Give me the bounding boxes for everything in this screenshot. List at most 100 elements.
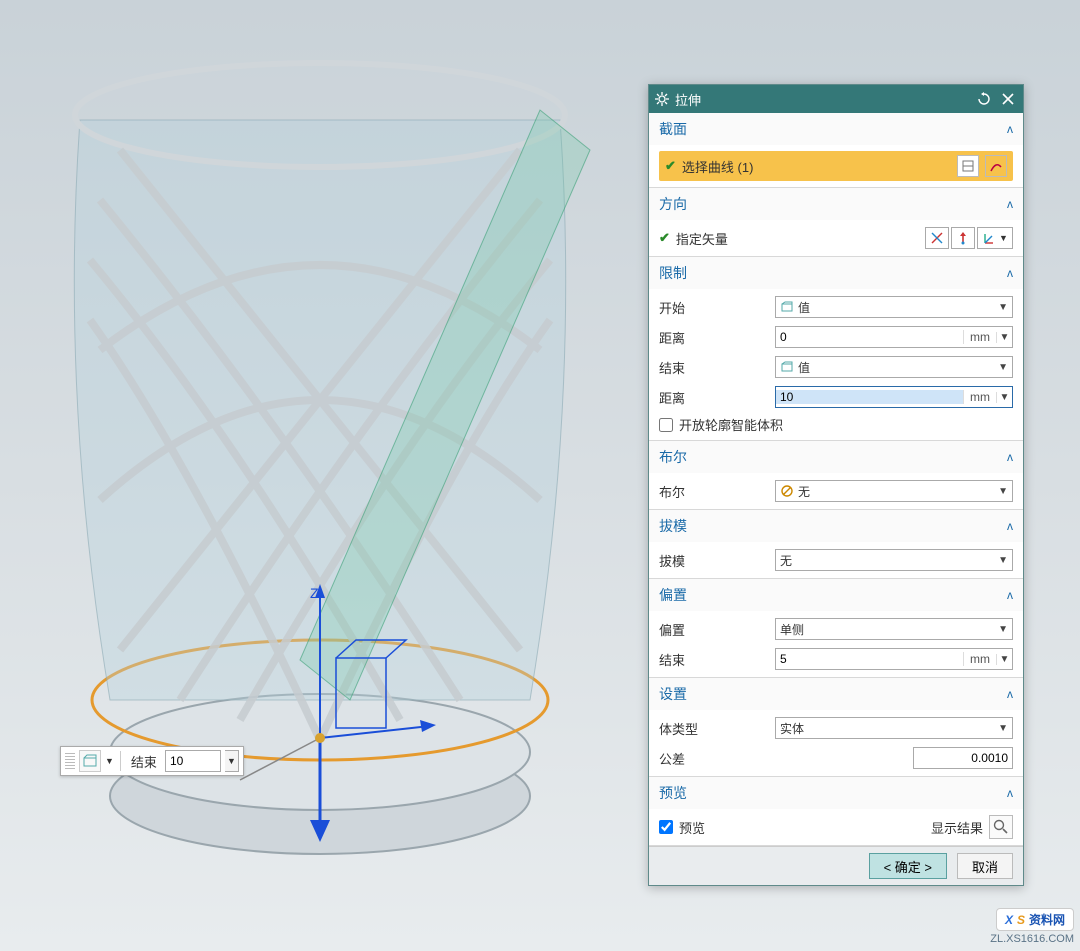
- ok-button[interactable]: < 确定 >: [869, 853, 947, 879]
- chevron-up-icon: ʌ: [1007, 197, 1013, 211]
- chevron-up-icon: ʌ: [1007, 519, 1013, 533]
- unit-label: mm: [963, 330, 996, 344]
- watermark-s: S: [1017, 913, 1025, 927]
- open-profile-checkbox[interactable]: [659, 418, 673, 432]
- section-title: 方向: [659, 194, 1007, 214]
- section-draft: 拔模 ʌ 拔模 无 ▼: [649, 510, 1023, 579]
- end-mode-dropdown[interactable]: 值 ▼: [775, 356, 1013, 378]
- preview-checkbox[interactable]: [659, 820, 673, 834]
- start-mode-text: 值: [798, 299, 998, 316]
- unit-label: mm: [963, 652, 996, 666]
- unit-label: mm: [963, 390, 996, 404]
- end-distance-field[interactable]: [776, 390, 963, 404]
- section-header-draft[interactable]: 拔模 ʌ: [649, 510, 1023, 542]
- section-header-section-curve[interactable]: 截面 ʌ: [649, 113, 1023, 145]
- float-end-input[interactable]: [165, 750, 221, 772]
- section-header-preview[interactable]: 预览 ʌ: [649, 777, 1023, 809]
- offset-mode-text: 单侧: [780, 621, 998, 638]
- float-end-label: 结束: [127, 752, 161, 771]
- vector-constructor-icon[interactable]: ▼: [977, 227, 1013, 249]
- body-type-text: 实体: [780, 720, 998, 737]
- check-icon: ✔: [665, 158, 676, 174]
- preview-checkbox-label: 预览: [679, 818, 705, 837]
- section-header-boolean[interactable]: 布尔 ʌ: [649, 441, 1023, 473]
- section-header-direction[interactable]: 方向 ʌ: [649, 188, 1023, 220]
- open-profile-label: 开放轮廓智能体积: [679, 415, 783, 434]
- section-boolean: 布尔 ʌ 布尔 无 ▼: [649, 441, 1023, 510]
- cancel-button[interactable]: 取消: [957, 853, 1013, 879]
- section-settings: 设置 ʌ 体类型 实体 ▼ 公差: [649, 678, 1023, 777]
- separator: [120, 751, 121, 771]
- section-direction: 方向 ʌ ✔ 指定矢量 ▼: [649, 188, 1023, 257]
- chevron-up-icon: ʌ: [1007, 450, 1013, 464]
- chevron-up-icon: ʌ: [1007, 687, 1013, 701]
- chevron-down-icon: ▼: [998, 723, 1008, 734]
- drag-handle-icon[interactable]: [65, 753, 75, 769]
- section-limits: 限制 ʌ 开始 值 ▼: [649, 257, 1023, 441]
- section-title: 限制: [659, 263, 1007, 283]
- dialog-titlebar[interactable]: 拉伸: [649, 85, 1023, 113]
- offset-mode-dropdown[interactable]: 单侧 ▼: [775, 618, 1013, 640]
- reset-icon[interactable]: [975, 90, 993, 108]
- end-mode-text: 值: [798, 359, 998, 376]
- vector-dialog-icon[interactable]: [925, 227, 949, 249]
- dialog-title: 拉伸: [675, 90, 969, 109]
- offset-end-label: 结束: [659, 650, 769, 669]
- select-curve-row[interactable]: ✔ 选择曲线 (1): [659, 151, 1013, 181]
- chevron-down-icon: ▼: [998, 362, 1008, 373]
- section-title: 偏置: [659, 585, 1007, 605]
- end-distance-label: 距离: [659, 388, 769, 407]
- start-label: 开始: [659, 298, 769, 317]
- section-preview: 预览 ʌ 预览 显示结果: [649, 777, 1023, 846]
- chevron-down-icon: ▼: [998, 624, 1008, 635]
- body-type-dropdown[interactable]: 实体 ▼: [775, 717, 1013, 739]
- magnifier-icon: [993, 819, 1009, 835]
- gear-icon: [655, 92, 669, 106]
- section-header-offset[interactable]: 偏置 ʌ: [649, 579, 1023, 611]
- chevron-up-icon: ʌ: [1007, 786, 1013, 800]
- close-icon[interactable]: [999, 90, 1017, 108]
- tolerance-input[interactable]: [913, 747, 1013, 769]
- show-result-button[interactable]: [989, 815, 1013, 839]
- chevron-down-icon: ▼: [998, 302, 1008, 313]
- chevron-down-icon: ▼: [998, 555, 1008, 566]
- start-mode-dropdown[interactable]: 值 ▼: [775, 296, 1013, 318]
- section-title: 预览: [659, 783, 1007, 803]
- snap-icon-button[interactable]: [79, 750, 101, 772]
- value-mode-icon: [780, 300, 794, 314]
- chevron-down-icon[interactable]: ▼: [996, 392, 1012, 403]
- boolean-dropdown[interactable]: 无 ▼: [775, 480, 1013, 502]
- sketch-section-icon[interactable]: [957, 155, 979, 177]
- draft-value-text: 无: [780, 552, 998, 569]
- body-type-label: 体类型: [659, 719, 769, 738]
- section-header-limits[interactable]: 限制 ʌ: [649, 257, 1023, 289]
- curve-rule-icon[interactable]: [985, 155, 1007, 177]
- section-title: 设置: [659, 684, 1007, 704]
- start-distance-field[interactable]: [776, 330, 963, 344]
- specify-vector-label: 指定矢量: [676, 229, 919, 248]
- start-distance-input[interactable]: mm ▼: [775, 326, 1013, 348]
- tolerance-label: 公差: [659, 749, 769, 768]
- watermark: XS 资料网 ZL.XS1616.COM: [990, 908, 1074, 945]
- watermark-cn: 资料网: [1029, 911, 1065, 928]
- floating-dimension-bar[interactable]: ▼ 结束 ▼: [60, 746, 244, 776]
- offset-end-input[interactable]: mm ▼: [775, 648, 1013, 670]
- extrude-dialog: 拉伸 截面 ʌ ✔ 选择曲线 (1): [648, 84, 1024, 886]
- float-end-dropdown[interactable]: ▼: [225, 750, 239, 772]
- dialog-footer: < 确定 > 取消: [649, 846, 1023, 885]
- start-distance-label: 距离: [659, 328, 769, 347]
- reverse-direction-icon[interactable]: [951, 227, 975, 249]
- show-result-label: 显示结果: [931, 818, 983, 837]
- offset-label: 偏置: [659, 620, 769, 639]
- section-header-settings[interactable]: 设置 ʌ: [649, 678, 1023, 710]
- offset-end-field[interactable]: [776, 652, 963, 666]
- check-icon: ✔: [659, 230, 670, 246]
- chevron-up-icon: ʌ: [1007, 122, 1013, 136]
- end-distance-input[interactable]: mm ▼: [775, 386, 1013, 408]
- section-title: 拔模: [659, 516, 1007, 536]
- chevron-up-icon: ʌ: [1007, 588, 1013, 602]
- draft-dropdown[interactable]: 无 ▼: [775, 549, 1013, 571]
- chevron-down-icon[interactable]: ▼: [996, 332, 1012, 343]
- snap-dd-arrow[interactable]: ▼: [105, 756, 114, 766]
- chevron-down-icon[interactable]: ▼: [996, 654, 1012, 665]
